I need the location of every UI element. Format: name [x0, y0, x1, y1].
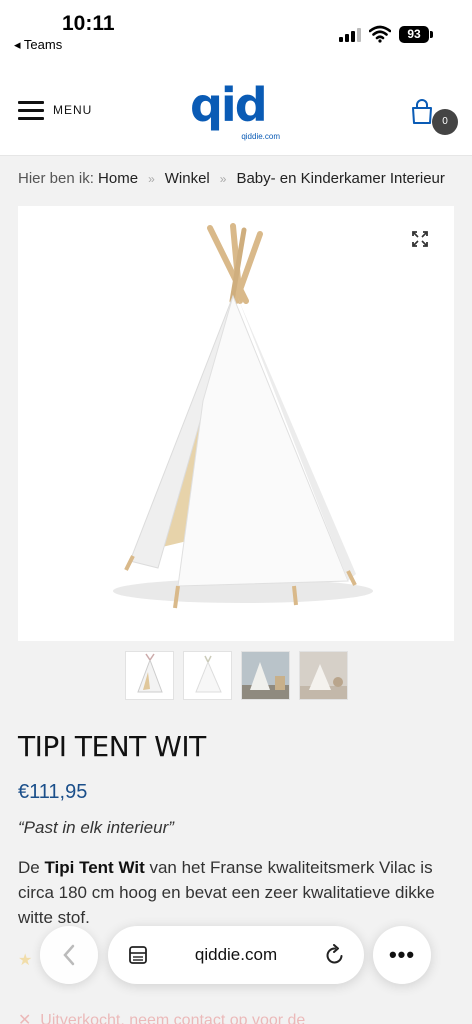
thumbnail-2[interactable] — [183, 651, 232, 700]
thumbnail-4[interactable] — [299, 651, 348, 700]
thumbnail-3[interactable] — [241, 651, 290, 700]
battery-cap — [430, 31, 433, 38]
shopping-bag-icon[interactable] — [410, 99, 434, 125]
logo-wordmark: qid — [190, 78, 268, 132]
menu-label: MENU — [53, 103, 93, 117]
thumbnail-strip — [125, 651, 348, 700]
signal-icon — [339, 28, 363, 42]
product-title: TIPI TENT WIT — [18, 730, 206, 763]
logo-subtitle: qiddie.com — [241, 132, 280, 141]
browser-back-button[interactable] — [40, 926, 98, 984]
tipi-tent-illustration — [113, 223, 373, 609]
cart-count-badge: 0 — [432, 109, 458, 135]
thumbnail-1[interactable] — [125, 651, 174, 700]
breadcrumb-category[interactable]: Baby- en Kinderkamer Interieur — [236, 170, 444, 187]
site-header: MENU qid qiddie.com 0 — [0, 66, 472, 156]
status-bar: 10:11 ◂ Teams 93 — [0, 0, 472, 66]
reload-icon[interactable] — [324, 944, 346, 966]
stock-alert-faded: ✕ Uitverkocht, neem contact op voor de — [18, 1010, 305, 1024]
breadcrumb-separator: » — [219, 172, 227, 186]
address-bar[interactable]: qiddie.com — [108, 926, 364, 984]
expand-icon[interactable] — [412, 231, 428, 247]
product-image[interactable] — [18, 206, 454, 641]
breadcrumb-prefix: Hier ben ik: — [18, 170, 94, 187]
stock-alert-text: Uitverkocht, neem contact op voor de — [40, 1012, 306, 1024]
description-product-name: Tipi Tent Wit — [44, 858, 145, 877]
status-time: 10:11 — [62, 12, 115, 35]
description-text: De — [18, 858, 45, 877]
hamburger-icon — [18, 101, 44, 120]
breadcrumb-winkel[interactable]: Winkel — [165, 170, 210, 187]
battery-indicator: 93 — [399, 26, 429, 43]
menu-button[interactable]: MENU — [18, 101, 93, 120]
breadcrumb-separator: » — [148, 172, 155, 186]
product-tagline: “Past in elk interieur” — [18, 818, 174, 837]
chevron-left-icon — [63, 944, 75, 966]
product-price: €111,95 — [18, 781, 88, 803]
breadcrumb: Hier ben ik: Home » Winkel » Baby- en Kinder… — [18, 170, 458, 187]
wifi-icon — [369, 25, 391, 43]
more-options-button[interactable]: ••• — [373, 926, 431, 984]
product-description: De Tipi Tent Wit van het Franse kwalitei… — [18, 855, 458, 930]
breadcrumb-home[interactable]: Home — [98, 170, 138, 187]
back-to-app-link[interactable]: ◂ Teams — [14, 37, 62, 53]
rating-stars-faded: ★ — [18, 952, 33, 969]
site-logo[interactable]: qid qiddie.com — [190, 82, 284, 142]
